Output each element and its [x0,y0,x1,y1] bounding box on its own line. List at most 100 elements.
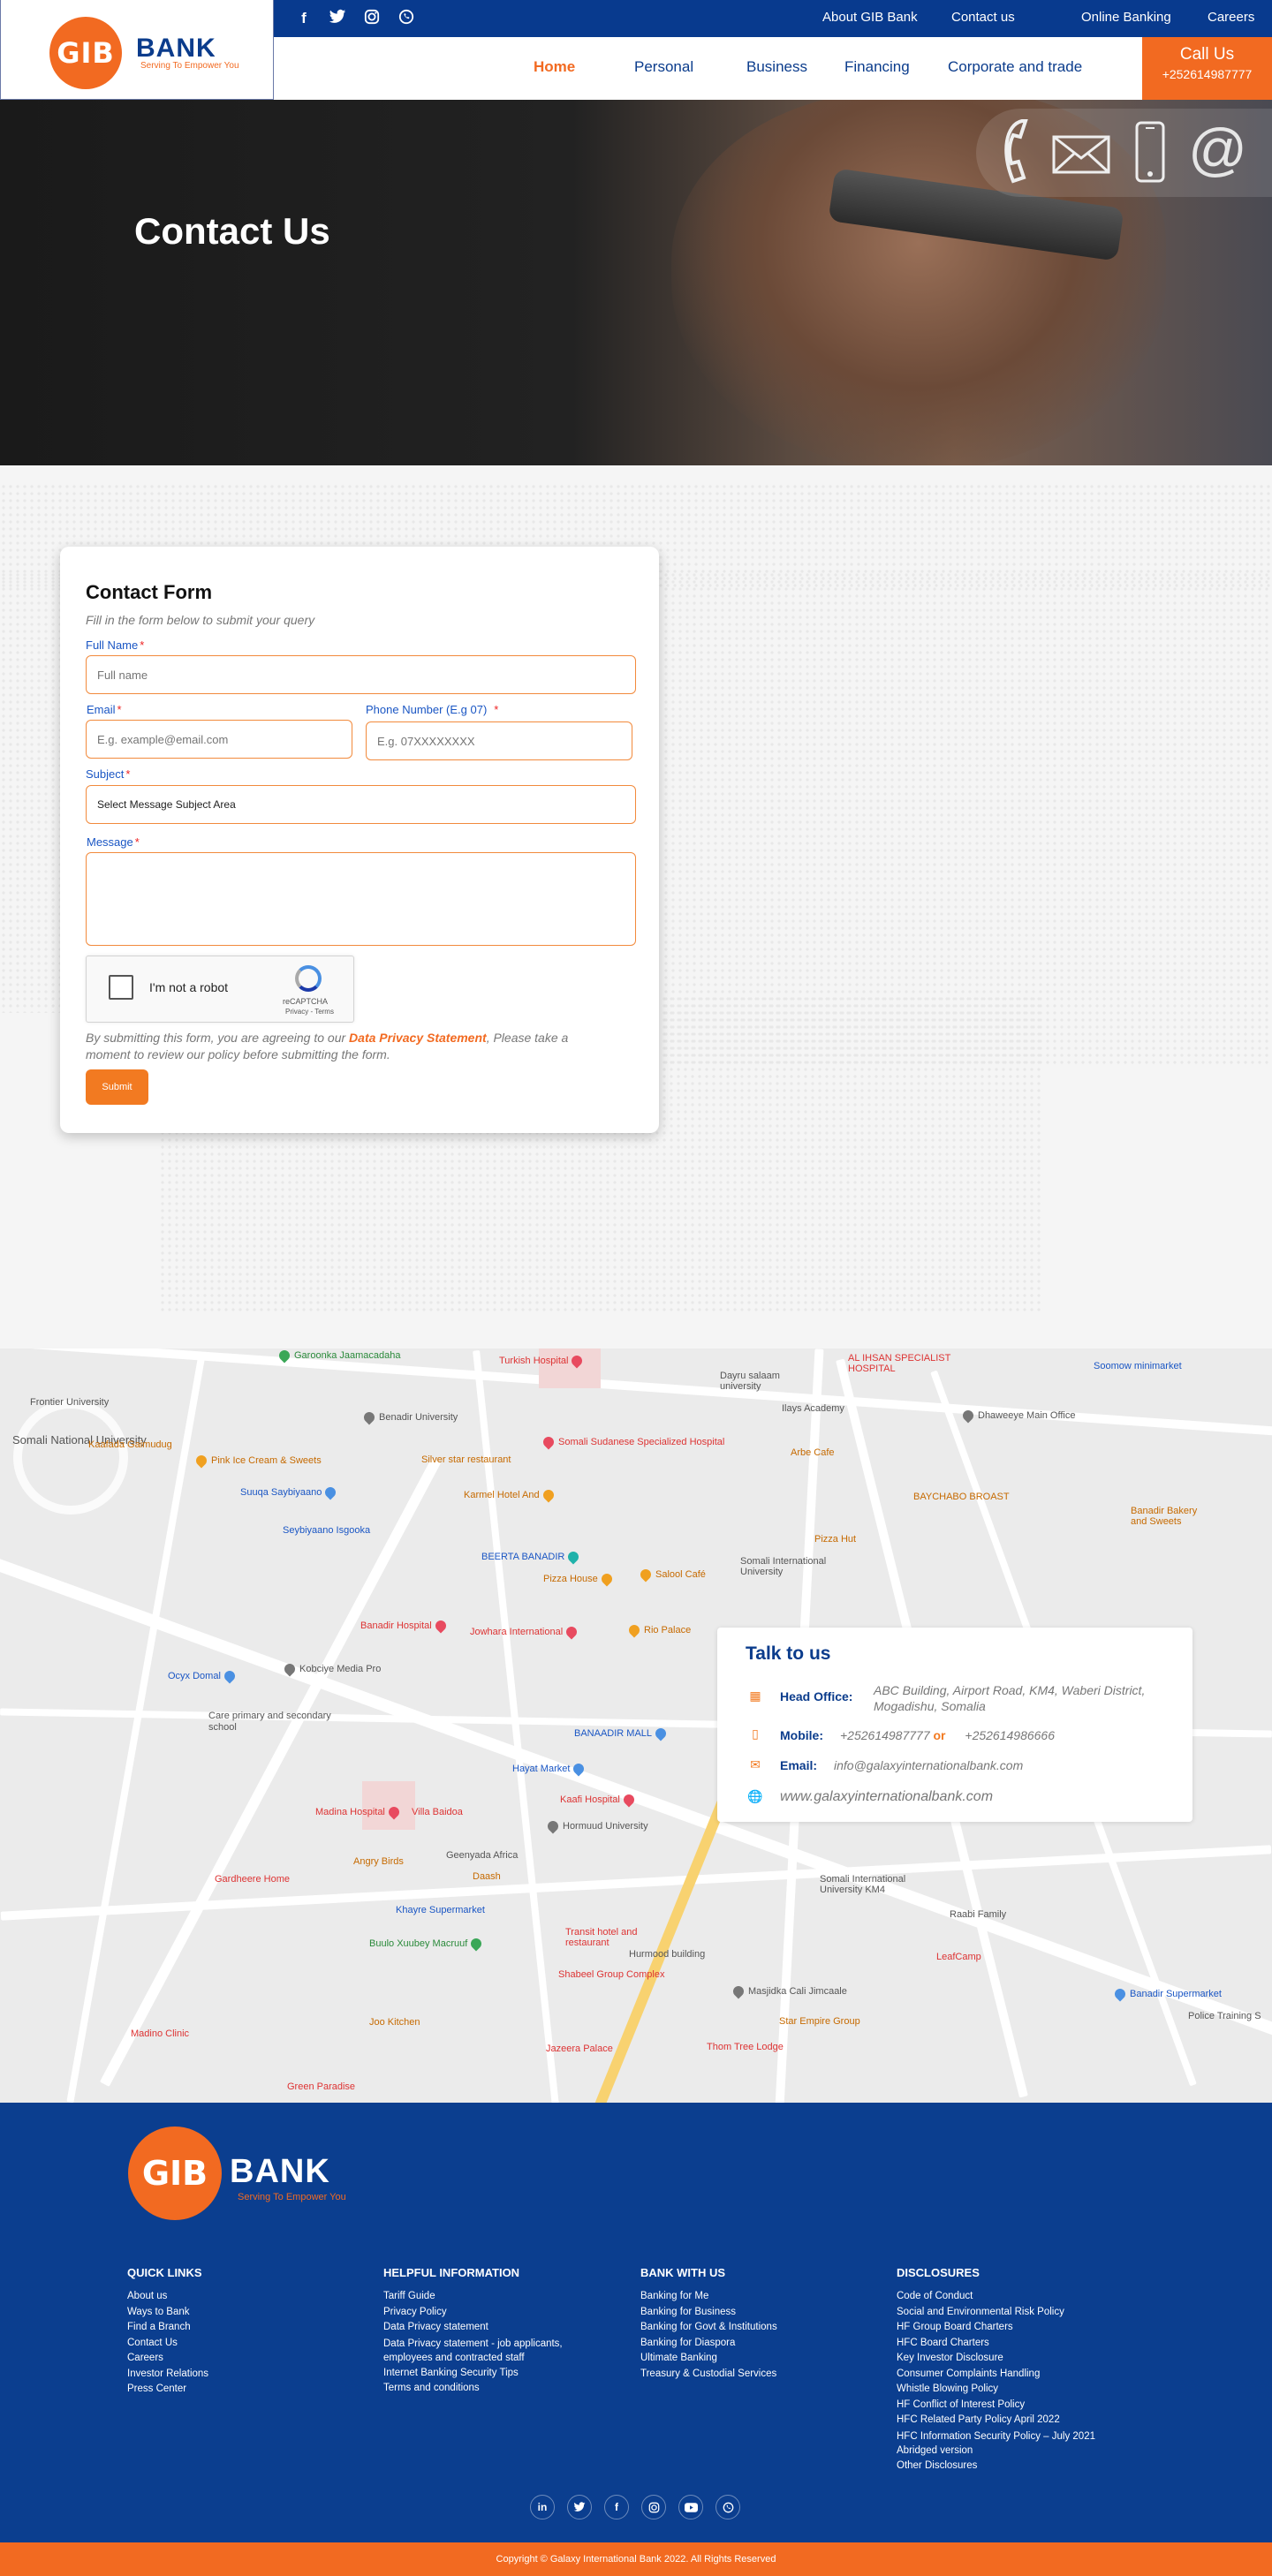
footer-link[interactable]: Privacy Policy [383,2305,613,2321]
map-place[interactable]: Khayre Supermarket [396,1905,485,1915]
phone-input[interactable] [366,721,632,760]
email-input[interactable] [86,720,352,759]
map-place[interactable]: Joo Kitchen [369,2017,420,2028]
instagram-icon[interactable] [362,9,382,28]
map-place[interactable]: Kaafi Hospital [560,1792,639,1808]
footer-link[interactable]: HFC Information Security Policy – July 2… [897,2429,1117,2459]
message-textarea[interactable] [86,852,636,946]
toplink-contact[interactable]: Contact us [951,10,1015,25]
map-place[interactable]: Shabeel Group Complex [558,1969,664,1980]
map-place[interactable]: Kobciye Media Pro [282,1661,381,1677]
toplink-about[interactable]: About GIB Bank [822,10,918,25]
footer-link[interactable]: Banking for Diaspora [640,2336,861,2352]
map-place[interactable]: Garoonka Jaamacadaha [276,1348,400,1364]
data-privacy-link[interactable]: Data Privacy Statement [349,1031,487,1045]
map-place[interactable]: Somali International University KM4 [820,1874,908,1895]
map-place[interactable]: Suuqa Saybiyaano [240,1484,340,1500]
map-place[interactable]: Green Paradise [287,2081,355,2092]
map-place[interactable]: Jowhara International [470,1624,581,1640]
logo-box[interactable]: GIB BANK Serving To Empower You [0,0,274,100]
map-place[interactable]: Pizza Hut [814,1534,856,1545]
footer-link[interactable]: Tariff Guide [383,2289,613,2305]
footer-link[interactable]: Consumer Complaints Handling [897,2367,1117,2383]
map-place[interactable]: Geenyada Africa [446,1850,518,1861]
map-place[interactable]: Arbe Cafe [791,1447,835,1458]
map-place[interactable]: Transit hotel and restaurant [565,1927,645,1948]
footer-link[interactable]: Whistle Blowing Policy [897,2382,1117,2398]
email-value[interactable]: info@galaxyinternationalbank.com [834,1758,1023,1772]
footer-link[interactable]: HFC Related Party Policy April 2022 [897,2413,1117,2429]
footer-link[interactable]: Terms and conditions [383,2381,613,2397]
map-place[interactable]: Hormuud University [545,1818,648,1834]
footer-logo-mark[interactable]: GIB [128,2127,222,2220]
map-place[interactable]: Rio Palace [626,1622,691,1638]
map-place[interactable]: Pizza House [543,1571,617,1587]
footer-link[interactable]: Data Privacy statement - job applicants,… [383,2336,613,2366]
map-place[interactable]: Frontier University [30,1397,109,1408]
footer-link[interactable]: Banking for Govt & Institutions [640,2320,861,2336]
map-place[interactable]: Benadir University [361,1409,458,1425]
linkedin-icon[interactable]: in [530,2495,555,2519]
nav-corporate-trade[interactable]: Corporate and trade [948,58,1082,76]
youtube-icon[interactable] [678,2495,703,2519]
map-place[interactable]: AL IHSAN SPECIALIST HOSPITAL [848,1353,963,1374]
map-place[interactable]: Dhaweeye Main Office [960,1408,1075,1424]
map-place[interactable]: Somali International University [740,1556,829,1577]
map-place[interactable]: Banadir Supermarket [1112,1986,1222,2002]
footer-link[interactable]: Ways to Bank [127,2305,348,2321]
whatsapp-icon[interactable] [716,2495,740,2519]
map-place[interactable]: Jazeera Palace [546,2043,613,2054]
map-place[interactable]: Ilays Academy [782,1403,844,1414]
map-place[interactable]: Madino Clinic [131,2028,189,2039]
facebook-icon[interactable]: f [294,9,314,28]
footer-link[interactable]: Code of Conduct [897,2289,1117,2305]
footer-link[interactable]: Treasury & Custodial Services [640,2367,861,2383]
map-place[interactable]: BANAADIR MALL [574,1726,670,1741]
footer-link[interactable]: HF Group Board Charters [897,2320,1117,2336]
full-name-input[interactable] [86,655,636,694]
map-place[interactable]: Villa Baidoa [412,1807,463,1817]
map-place[interactable]: Kaafada Gaimudug [88,1439,172,1450]
facebook-icon[interactable]: f [604,2495,629,2519]
map-place[interactable]: Care primary and secondary school [208,1711,341,1734]
submit-button[interactable]: Submit [86,1069,148,1105]
nav-financing[interactable]: Financing [844,58,910,76]
map-place[interactable]: Banadir Bakery and Sweets [1131,1506,1201,1527]
footer-link[interactable]: Key Investor Disclosure [897,2351,1117,2367]
footer-link[interactable]: Find a Branch [127,2320,348,2336]
footer-link[interactable]: Banking for Business [640,2305,861,2321]
twitter-icon[interactable] [567,2495,592,2519]
footer-link[interactable]: HF Conflict of Interest Policy [897,2398,1117,2414]
map-place[interactable]: Ocyx Domal [168,1668,239,1684]
map-place[interactable]: Hurmood building [629,1949,705,1960]
footer-link[interactable]: Data Privacy statement [383,2320,613,2336]
twitter-icon[interactable] [328,9,347,28]
nav-personal[interactable]: Personal [634,58,693,76]
map-place[interactable]: Thom Tree Lodge [707,2042,784,2052]
map-place[interactable]: Banadir Hospital [360,1618,450,1634]
map-place[interactable]: Soomow minimarket [1094,1361,1182,1371]
footer-link[interactable]: About us [127,2289,348,2305]
map-place[interactable]: Dayru salaam university [720,1371,799,1392]
footer-link[interactable]: Internet Banking Security Tips [383,2366,613,2382]
map-place[interactable]: Turkish Hospital [499,1353,587,1369]
instagram-icon[interactable] [641,2495,666,2519]
map-place[interactable]: Madina Hospital [315,1804,404,1820]
map-place[interactable]: Gardheere Home [215,1874,290,1885]
map-place[interactable]: BEERTA BANADIR [481,1549,583,1565]
map-place[interactable]: Star Empire Group [779,2016,860,2027]
whatsapp-icon[interactable] [397,9,416,28]
toplink-online-banking[interactable]: Online Banking [1081,10,1171,25]
footer-link[interactable]: Banking for Me [640,2289,861,2305]
recaptcha-terms-link[interactable]: Privacy - Terms [285,1008,334,1016]
map-place[interactable]: Raabi Family [950,1909,1006,1920]
footer-link[interactable]: Investor Relations [127,2367,348,2383]
footer-link[interactable]: Contact Us [127,2336,348,2352]
map-place[interactable]: Angry Birds [353,1856,404,1867]
footer-link[interactable]: HFC Board Charters [897,2336,1117,2352]
footer-link[interactable]: Other Disclosures [897,2459,1117,2474]
map-place[interactable]: Masjidka Cali Jimcaale [731,1983,847,1999]
website-link[interactable]: www.galaxyinternationalbank.com [780,1789,993,1805]
toplink-careers[interactable]: Careers [1208,10,1254,25]
footer-link[interactable]: Social and Environmental Risk Policy [897,2305,1117,2321]
